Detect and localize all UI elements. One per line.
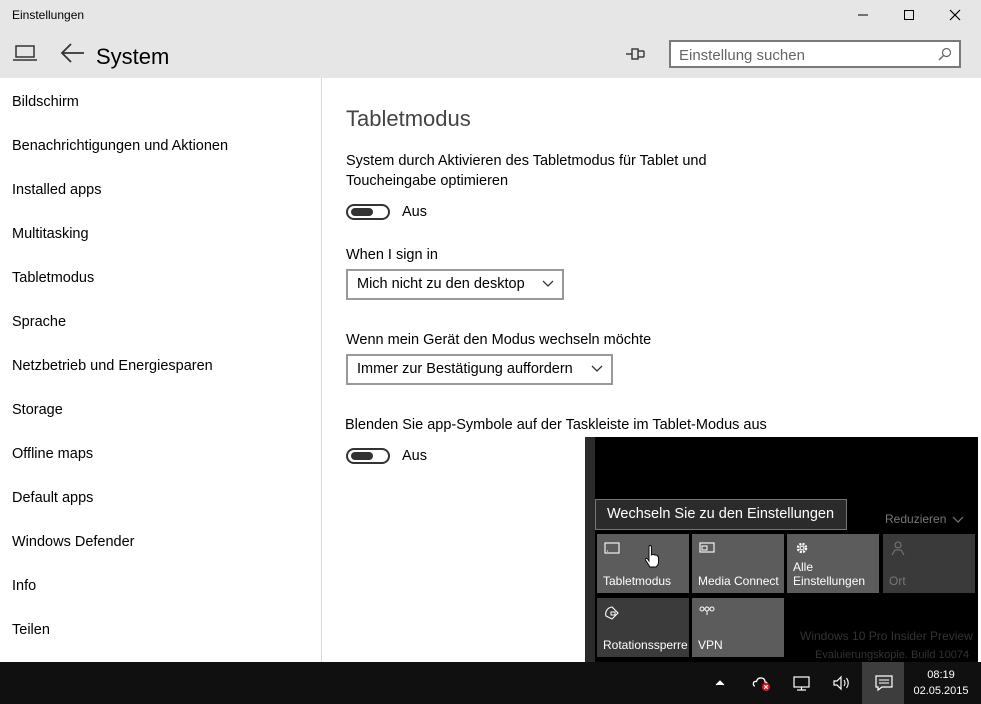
tile-label: Media Connect <box>698 574 779 588</box>
sidebar: Bildschirm Benachrichtigungen und Aktion… <box>0 78 322 662</box>
tooltip: Wechseln Sie zu den Einstellungen <box>595 499 847 530</box>
taskbar-clock[interactable]: 08:19 02.05.2015 <box>910 667 972 699</box>
settings-header: System <box>0 30 981 78</box>
watermark-line-1: Windows 10 Pro Insider Preview <box>800 629 973 643</box>
tablet-mode-toggle[interactable] <box>346 204 390 220</box>
vpn-icon <box>699 606 715 615</box>
close-button[interactable] <box>932 0 978 30</box>
toggle-knob <box>351 208 373 216</box>
quick-action-rotationssperre[interactable]: Rotationssperre <box>597 598 689 657</box>
network-icon[interactable] <box>792 674 812 692</box>
tablet-icon <box>604 542 620 554</box>
notification-icon <box>875 675 893 692</box>
watermark-line-2: Evaluierungskopie. Build 10074 <box>815 649 970 661</box>
chevron-up-icon[interactable] <box>710 674 730 692</box>
volume-icon[interactable] <box>832 674 852 692</box>
switch-mode-dropdown-value: Immer zur Bestätigung auffordern <box>357 361 573 377</box>
toggle-knob <box>351 452 373 460</box>
quick-action-alle-einstellungen[interactable]: Alle Einstellungen <box>787 534 879 593</box>
tooltip-text: Wechseln Sie zu den Einstellungen <box>607 506 835 522</box>
search-icon[interactable] <box>938 47 952 61</box>
page-title: System <box>96 44 170 69</box>
location-icon <box>891 541 905 556</box>
action-center-edge <box>585 437 595 662</box>
signin-label: When I sign in <box>346 247 438 263</box>
chevron-down-icon <box>952 516 964 523</box>
clock-time: 08:19 <box>927 669 955 681</box>
switch-mode-dropdown[interactable]: Immer zur Bestätigung auffordern <box>346 354 613 385</box>
quick-action-tabletmodus[interactable]: Tabletmodus <box>597 534 689 593</box>
sidebar-item-multitasking[interactable]: Multitasking <box>12 226 89 242</box>
search-input[interactable] <box>679 45 929 65</box>
collapse-label: Reduzieren <box>885 512 947 526</box>
title-bar: Einstellungen <box>0 0 981 30</box>
rotation-lock-icon <box>605 606 619 620</box>
sidebar-item-teilen[interactable]: Teilen <box>12 622 50 638</box>
chevron-down-icon <box>542 280 554 287</box>
window-title: Einstellungen <box>12 8 85 22</box>
hand-cursor-icon <box>644 545 659 568</box>
laptop-icon <box>13 45 37 61</box>
gear-icon <box>796 542 808 554</box>
sidebar-item-storage[interactable]: Storage <box>12 402 63 418</box>
tile-label: VPN <box>698 638 723 652</box>
collapse-button[interactable]: Reduzieren <box>885 512 964 526</box>
sidebar-item-info[interactable]: Info <box>12 578 36 594</box>
minimize-icon <box>858 14 868 16</box>
sidebar-item-windows-defender[interactable]: Windows Defender <box>12 534 135 550</box>
pin-icon[interactable] <box>624 43 646 65</box>
sidebar-item-installed-apps[interactable]: Installed apps <box>12 182 101 198</box>
signin-dropdown[interactable]: Mich nicht zu den desktop <box>346 269 564 300</box>
tablet-mode-description: System durch Aktivieren des Tabletmodus … <box>346 153 707 189</box>
maximize-button[interactable] <box>886 0 932 30</box>
tile-label: Ort <box>889 574 906 588</box>
tile-label: Rotationssperre <box>603 638 688 652</box>
sidebar-item-offline-maps[interactable]: Offline maps <box>12 446 93 462</box>
sidebar-item-default-apps[interactable]: Default apps <box>12 490 93 506</box>
quick-action-vpn[interactable]: VPN <box>692 598 784 657</box>
signin-dropdown-value: Mich nicht zu den desktop <box>357 276 525 292</box>
action-center-button[interactable] <box>862 662 904 704</box>
sidebar-item-benachrichtigungen[interactable]: Benachrichtigungen und Aktionen <box>12 138 228 154</box>
close-icon <box>949 9 961 21</box>
chevron-down-icon <box>591 365 603 372</box>
section-title: Tabletmodus <box>346 106 471 131</box>
taskbar: 08:19 02.05.2015 <box>0 662 981 704</box>
quick-action-ort[interactable]: Ort <box>883 534 975 593</box>
hide-icons-toggle-state: Aus <box>402 448 427 464</box>
hide-icons-label: Blenden Sie app-Symbole auf der Taskleis… <box>345 417 767 433</box>
maximize-icon <box>904 10 914 20</box>
sidebar-item-sprache[interactable]: Sprache <box>12 314 66 330</box>
onedrive-error-icon[interactable] <box>752 674 772 692</box>
minimize-button[interactable] <box>840 0 886 30</box>
project-icon <box>699 542 715 553</box>
tile-label: Tabletmodus <box>603 574 672 588</box>
sidebar-item-tabletmodus[interactable]: Tabletmodus <box>12 270 94 286</box>
hide-icons-toggle[interactable] <box>346 448 390 464</box>
switch-mode-label: Wenn mein Gerät den Modus wechseln möcht… <box>346 332 652 348</box>
tile-label: Alle Einstellungen <box>793 560 866 588</box>
back-arrow-icon[interactable] <box>58 40 86 66</box>
sidebar-item-bildschirm[interactable]: Bildschirm <box>12 94 79 110</box>
search-box[interactable] <box>669 40 961 68</box>
quick-action-media-connect[interactable]: Media Connect <box>692 534 784 593</box>
sidebar-item-netzbetrieb[interactable]: Netzbetrieb und Energiesparen <box>12 358 213 374</box>
clock-date: 02.05.2015 <box>913 685 969 697</box>
tablet-mode-toggle-state: Aus <box>402 204 427 220</box>
